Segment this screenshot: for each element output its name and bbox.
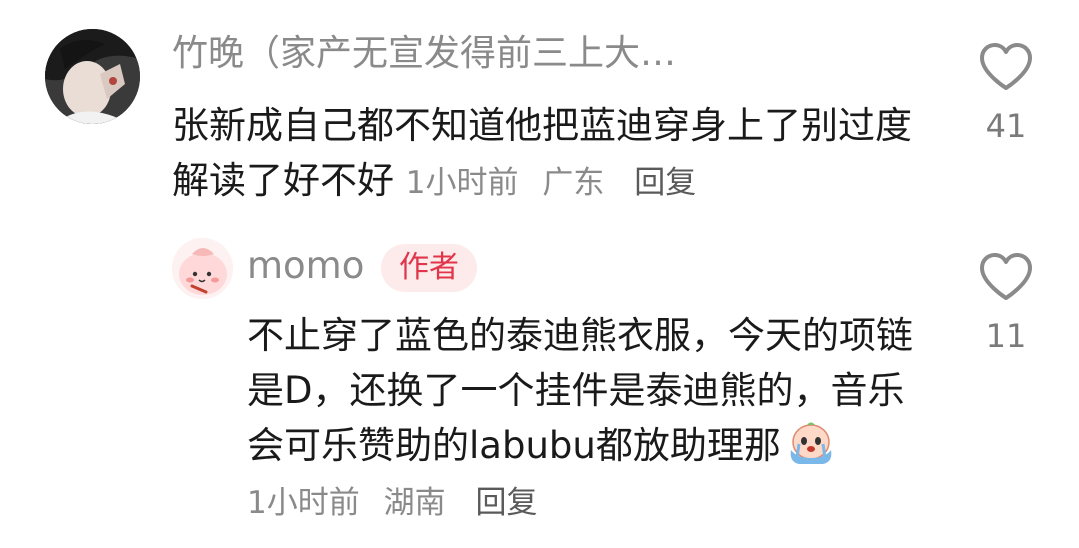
reply-like-button[interactable]: 11 bbox=[966, 252, 1046, 354]
comment-meta: 1小时前 广东 回复 bbox=[406, 165, 710, 201]
reply-time: 1小时前 bbox=[247, 485, 360, 521]
heart-icon bbox=[980, 43, 1032, 90]
replier-username[interactable]: momo bbox=[247, 244, 364, 288]
author-badge: 作者 bbox=[381, 244, 477, 292]
comment-reply-button[interactable]: 回复 bbox=[634, 165, 696, 201]
heart-icon bbox=[980, 253, 1032, 300]
commenter-avatar[interactable] bbox=[45, 29, 140, 124]
crying-emoji-icon bbox=[790, 422, 832, 464]
comment-like-count: 41 bbox=[985, 107, 1027, 145]
comment-location: 广东 bbox=[542, 165, 605, 201]
reply-like-count: 11 bbox=[985, 317, 1027, 355]
commenter-username[interactable]: 竹晚（家产无宣发得前三上大… bbox=[172, 32, 676, 76]
comment-time: 1小时前 bbox=[405, 165, 519, 201]
avatar-photo-icon bbox=[45, 29, 140, 124]
cartoon-peach-avatar-icon bbox=[172, 238, 233, 299]
reply-reply-button[interactable]: 回复 bbox=[475, 485, 537, 521]
replier-avatar[interactable] bbox=[172, 238, 233, 299]
comment-body: 张新成自己都不知道他把蓝迪穿身上了别过度解读了好不好 1小时前 广东 回复 bbox=[172, 98, 932, 211]
comment-like-button[interactable]: 41 bbox=[966, 42, 1046, 144]
reply-meta: 1小时前 湖南 回复 bbox=[247, 485, 551, 521]
reply-body: 不止穿了蓝色的泰迪熊衣服，今天的项链是D，还换了一个挂件是泰迪熊的，音乐会可乐赞… bbox=[247, 308, 937, 531]
reply-location: 湖南 bbox=[383, 485, 446, 521]
